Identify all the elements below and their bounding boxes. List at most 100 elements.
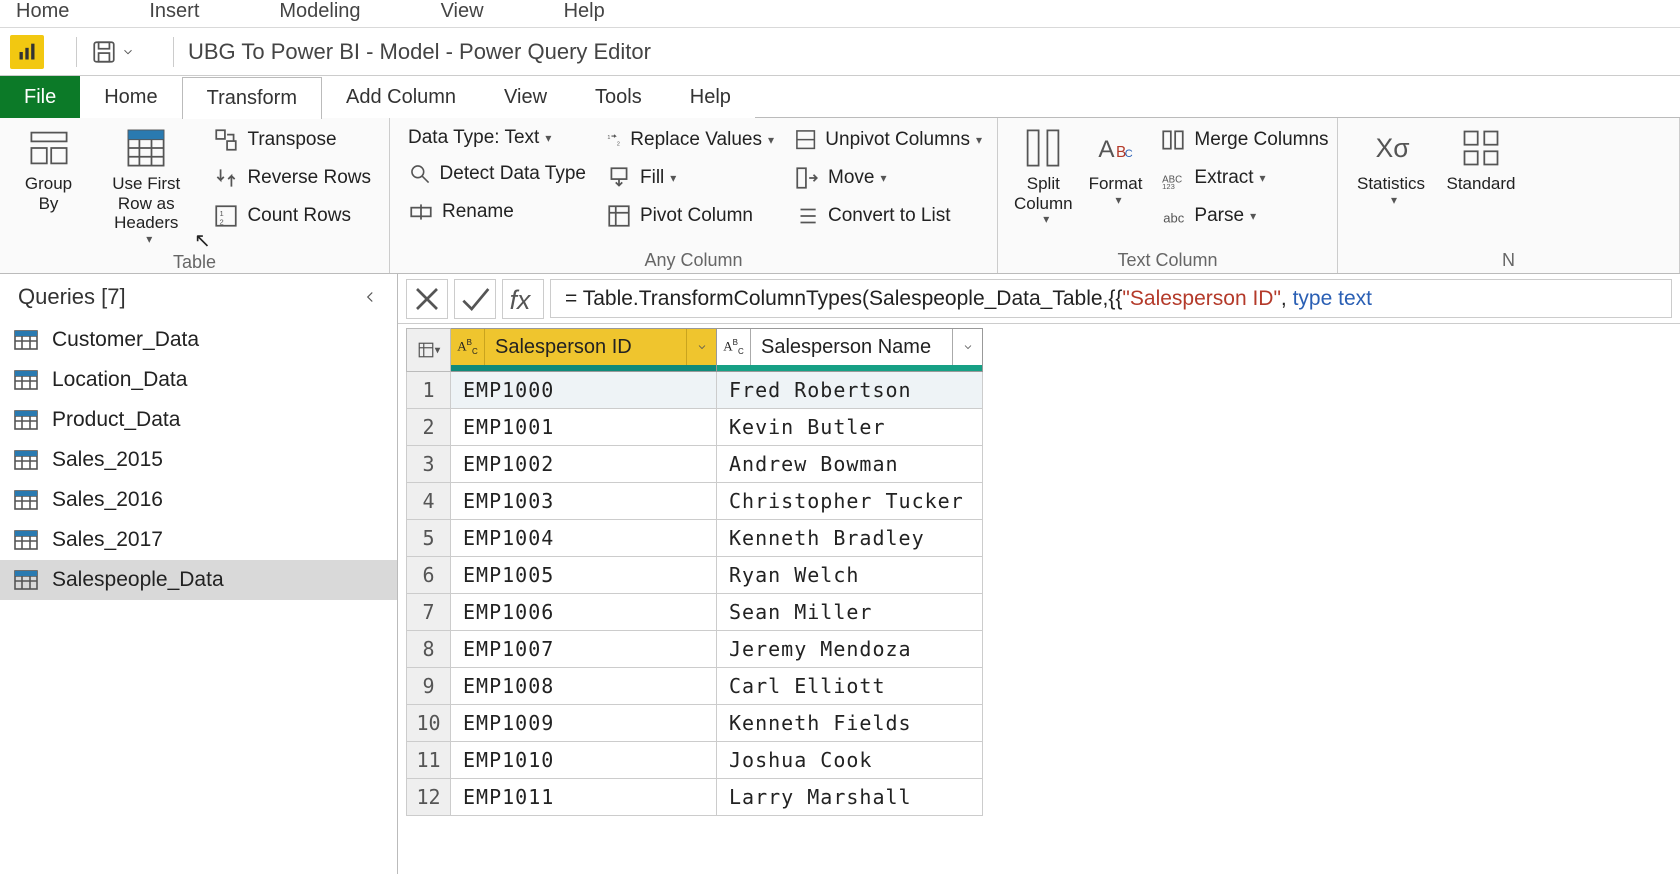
cell[interactable]: Kevin Butler [717,409,983,446]
row-number[interactable]: 1 [407,372,451,409]
query-item[interactable]: Product_Data [0,400,397,440]
cell[interactable]: Christopher Tucker [717,483,983,520]
ribbon-tab-transform[interactable]: Transform [182,77,322,119]
query-item[interactable]: Location_Data [0,360,397,400]
collapse-pane-icon[interactable] [361,288,379,306]
row-number[interactable]: 3 [407,446,451,483]
group-by-button[interactable]: Group By [12,124,85,248]
column-header[interactable]: ABC Salesperson Name [717,329,983,372]
replace-values-button[interactable]: 12Replace Values▾ [600,124,780,156]
host-menu-view[interactable]: View [441,0,484,23]
formula-text[interactable]: = Table.TransformColumnTypes(Salespeople… [550,279,1672,318]
unpivot-columns-button[interactable]: Unpivot Columns▾ [788,124,988,156]
type-badge-icon[interactable]: ABC [717,329,751,365]
table-row[interactable]: 4EMP1003Christopher Tucker [407,483,983,520]
cell[interactable]: EMP1011 [451,779,717,816]
query-item[interactable]: Salespeople_Data [0,560,397,600]
ribbon-tab-tools[interactable]: Tools [571,76,666,118]
row-number[interactable]: 6 [407,557,451,594]
split-column-button[interactable]: Split Column▾ [1010,124,1077,246]
fill-button[interactable]: Fill▾ [600,162,780,194]
cell[interactable]: Sean Miller [717,594,983,631]
merge-columns-button[interactable]: Merge Columns [1154,124,1334,156]
quick-access-save[interactable] [91,39,135,65]
parse-button[interactable]: abcParse▾ [1154,200,1334,232]
reverse-rows-button[interactable]: Reverse Rows [207,162,377,194]
host-menu-insert[interactable]: Insert [149,0,199,23]
use-first-row-headers-button[interactable]: Use First Row as Headers▾ [93,124,199,248]
formula-confirm-button[interactable] [454,279,496,319]
convert-to-list-button[interactable]: Convert to List [788,200,988,232]
chevron-down-icon[interactable] [121,45,135,59]
query-item[interactable]: Sales_2017 [0,520,397,560]
standard-button[interactable]: Standard [1440,124,1522,246]
statistics-button[interactable]: Χσ Statistics▾ [1350,124,1432,246]
row-number[interactable]: 2 [407,409,451,446]
row-number[interactable]: 10 [407,705,451,742]
table-row[interactable]: 8EMP1007Jeremy Mendoza [407,631,983,668]
host-menu-modeling[interactable]: Modeling [279,0,360,23]
row-number[interactable]: 7 [407,594,451,631]
cell[interactable]: Kenneth Bradley [717,520,983,557]
move-button[interactable]: Move▾ [788,162,988,194]
host-menu-home[interactable]: Home [16,0,69,23]
row-number[interactable]: 5 [407,520,451,557]
cell[interactable]: EMP1007 [451,631,717,668]
cell[interactable]: Larry Marshall [717,779,983,816]
table-row[interactable]: 7EMP1006Sean Miller [407,594,983,631]
ribbon-tab-add-column[interactable]: Add Column [322,76,480,118]
cell[interactable]: EMP1010 [451,742,717,779]
column-header[interactable]: ABC Salesperson ID [451,329,717,372]
table-row[interactable]: 12EMP1011Larry Marshall [407,779,983,816]
cell[interactable]: EMP1005 [451,557,717,594]
table-row[interactable]: 10EMP1009Kenneth Fields [407,705,983,742]
cell[interactable]: EMP1000 [451,372,717,409]
cell[interactable]: EMP1008 [451,668,717,705]
extract-button[interactable]: ABC123Extract▾ [1154,162,1334,194]
format-button[interactable]: ABC Format▾ [1085,124,1147,246]
query-item[interactable]: Customer_Data [0,320,397,360]
pivot-column-button[interactable]: Pivot Column [600,200,780,232]
table-row[interactable]: 11EMP1010Joshua Cook [407,742,983,779]
cell[interactable]: Joshua Cook [717,742,983,779]
query-item[interactable]: Sales_2015 [0,440,397,480]
cell[interactable]: EMP1001 [451,409,717,446]
table-row[interactable]: 1EMP1000Fred Robertson [407,372,983,409]
cell[interactable]: Carl Elliott [717,668,983,705]
cell[interactable]: Ryan Welch [717,557,983,594]
row-number[interactable]: 12 [407,779,451,816]
rename-button[interactable]: Rename [402,196,592,228]
cell[interactable]: EMP1006 [451,594,717,631]
ribbon-tab-file[interactable]: File [0,76,80,118]
query-item[interactable]: Sales_2016 [0,480,397,520]
formula-fx-button[interactable]: fx [502,279,544,319]
table-row[interactable]: 6EMP1005Ryan Welch [407,557,983,594]
ribbon-tab-view[interactable]: View [480,76,571,118]
table-row[interactable]: 5EMP1004Kenneth Bradley [407,520,983,557]
cell[interactable]: Kenneth Fields [717,705,983,742]
cell[interactable]: Fred Robertson [717,372,983,409]
data-type-button[interactable]: Data Type: Text▾ [402,124,592,152]
host-menu-help[interactable]: Help [564,0,605,23]
table-row[interactable]: 3EMP1002Andrew Bowman [407,446,983,483]
row-number[interactable]: 11 [407,742,451,779]
cell[interactable]: Jeremy Mendoza [717,631,983,668]
cell[interactable]: EMP1002 [451,446,717,483]
column-filter-dropdown[interactable] [952,329,982,365]
cell[interactable]: EMP1009 [451,705,717,742]
cell[interactable]: Andrew Bowman [717,446,983,483]
row-number[interactable]: 9 [407,668,451,705]
transpose-button[interactable]: Transpose [207,124,377,156]
ribbon-tab-help[interactable]: Help [666,76,755,118]
ribbon-tab-home[interactable]: Home [80,76,181,118]
type-badge-icon[interactable]: ABC [451,329,485,365]
grid-corner[interactable]: ▾ [407,329,451,372]
row-number[interactable]: 8 [407,631,451,668]
column-filter-dropdown[interactable] [686,329,716,365]
row-number[interactable]: 4 [407,483,451,520]
cell[interactable]: EMP1003 [451,483,717,520]
detect-data-type-button[interactable]: Detect Data Type [402,158,592,190]
count-rows-button[interactable]: 12Count Rows [207,200,377,232]
cell[interactable]: EMP1004 [451,520,717,557]
table-row[interactable]: 2EMP1001Kevin Butler [407,409,983,446]
